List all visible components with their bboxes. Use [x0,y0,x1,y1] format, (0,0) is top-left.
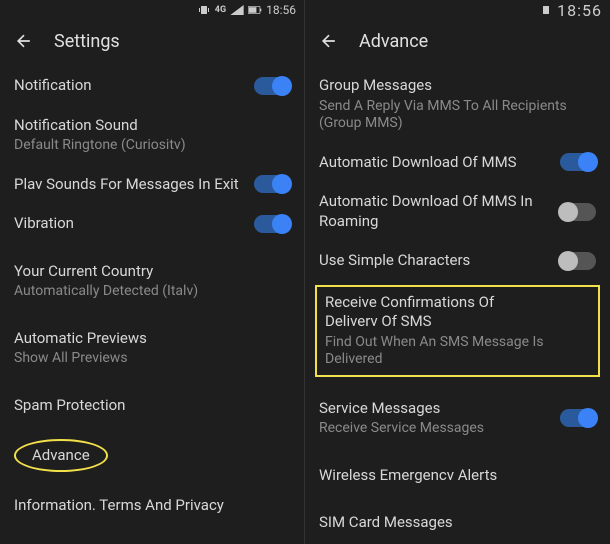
row-info[interactable]: Information. Terms And Privacy [0,486,304,526]
row-label: Information. Terms And Privacy [14,496,290,516]
row-sub: Find Out When An SMS Message Is Delivere… [325,334,548,369]
row-spam[interactable]: Spam Protection [0,386,304,426]
row-label: Notification Sound [14,116,290,136]
toggle-service-messages[interactable] [560,409,596,427]
toggle-vibration[interactable] [254,215,290,233]
row-label: Service Messages [319,399,550,419]
row-label: Use Simple Characters [319,251,550,271]
row-simple-chars[interactable]: Use Simple Characters [305,241,610,281]
row-label: SIM Card Messages [319,513,596,533]
row-service-messages[interactable]: Service Messages Receive Service Message… [305,389,610,448]
row-country[interactable]: Your Current Country Automatically Detec… [0,252,304,311]
toggle-notification[interactable] [254,77,290,95]
row-sub: Show All Previews [14,350,290,368]
highlight-advance: Advance [14,439,108,472]
row-label: Wireless Emergencv Alerts [319,466,596,486]
toggle-play-sounds[interactable] [254,175,290,193]
back-icon[interactable] [319,31,339,51]
row-advance[interactable]: Advance [0,433,304,478]
row-auto-previews[interactable]: Automatic Previews Show All Previews [0,319,304,378]
row-notification-sound[interactable]: Notification Sound Default Ringtone (Cur… [0,106,304,165]
status-bar: 18:56 [305,0,610,20]
row-label: Plav Sounds For Messages In Exit [14,175,244,195]
toggle-simple-chars[interactable] [560,252,596,270]
signal-icon [230,4,244,16]
row-label: Group Messages [319,76,596,96]
row-label: Notification [14,76,244,96]
header: Settings [0,20,304,62]
back-icon[interactable] [14,31,34,51]
row-label: Automatic Download Of MMS In Roaming [319,192,550,231]
advance-list: Group Messages Send A Reply Via MMS To A… [305,62,610,543]
row-sub: Automatically Detected (Italv) [14,283,290,301]
row-sub: Receive Service Messages [319,420,550,438]
status-time: 18:56 [266,3,296,17]
row-label: Vibration [14,214,244,234]
header: Advance [305,20,610,62]
status-bar: 4G 18:56 [0,0,304,20]
row-label: Receive Confirmations Of Deliverv Of SMS [325,293,548,332]
row-sub: Send A Reply Via MMS To All Recipients (… [319,98,596,133]
row-play-sounds[interactable]: Plav Sounds For Messages In Exit [0,165,304,205]
row-label: Spam Protection [14,396,290,416]
row-label: Automatic Previews [14,329,290,349]
settings-panel: 4G 18:56 Settings Notification Notificat… [0,0,305,544]
row-auto-dl-roaming[interactable]: Automatic Download Of MMS In Roaming [305,182,610,241]
row-label: Your Current Country [14,262,290,282]
page-title: Settings [54,31,120,52]
toggle-auto-dl-roaming[interactable] [560,203,596,221]
row-sub: Default Ringtone (Curiositv) [14,137,290,155]
row-label: Automatic Download Of MMS [319,153,550,173]
row-sim-card-messages[interactable]: SIM Card Messages [305,503,610,543]
vibrate-icon [539,4,553,16]
status-time: 18:56 [557,1,602,20]
row-group-messages[interactable]: Group Messages Send A Reply Via MMS To A… [305,66,610,143]
network-4g: 4G [215,5,226,15]
settings-list: Notification Notification Sound Default … [0,62,304,525]
advance-panel: 18:56 Advance Group Messages Send A Repl… [305,0,610,544]
page-title: Advance [359,31,428,52]
battery-icon [248,4,262,16]
highlight-receive-conf[interactable]: Receive Confirmations Of Deliverv Of SMS… [315,285,600,377]
vibrate-icon [197,4,211,16]
row-label: Advance [32,446,90,464]
row-wireless-alerts[interactable]: Wireless Emergencv Alerts [305,456,610,496]
row-auto-dl-mms[interactable]: Automatic Download Of MMS [305,143,610,183]
toggle-auto-dl-mms[interactable] [560,153,596,171]
row-vibration[interactable]: Vibration [0,204,304,244]
row-notification[interactable]: Notification [0,66,304,106]
